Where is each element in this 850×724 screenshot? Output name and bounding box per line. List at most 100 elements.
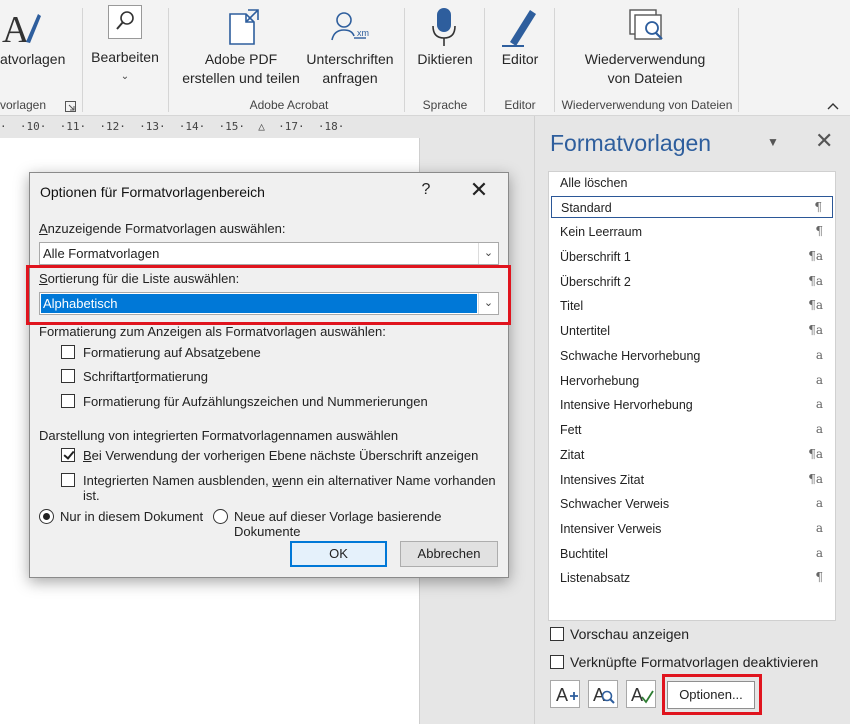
pane-close-icon[interactable]: ✕: [815, 128, 833, 154]
character-style-icon: a: [815, 422, 823, 436]
list-item[interactable]: Überschrift 1 ¶a: [551, 246, 833, 268]
chevron-down-icon: ⌄: [120, 71, 130, 82]
preview-label: Vorschau anzeigen: [570, 626, 690, 642]
character-style-icon: a: [815, 546, 823, 560]
ok-button[interactable]: OK: [290, 541, 387, 567]
styles-group-label: vorlagen: [0, 98, 47, 112]
paragraph-mark-icon: ¶: [815, 570, 823, 584]
list-item[interactable]: Fett a: [551, 419, 833, 441]
preview-checkbox[interactable]: [550, 627, 564, 641]
list-item[interactable]: Intensive Hervorhebung a: [551, 394, 833, 416]
list-item[interactable]: Hervorhebung a: [551, 370, 833, 392]
disable-linked-label: Verknüpfte Formatvorlagen deaktivieren: [570, 654, 819, 670]
styles-list[interactable]: Alle löschen Standard ¶ Kein Leerraum ¶ Üb…: [548, 171, 836, 621]
adobe-pdf-button[interactable]: Adobe PDF erstellen und teilen: [178, 50, 304, 88]
list-item[interactable]: Untertitel ¶a: [551, 320, 833, 342]
cancel-button[interactable]: Abbrechen: [400, 541, 498, 567]
styles-icon: A: [2, 8, 42, 53]
style-inspector-icon: A: [593, 685, 615, 705]
adobe-pdf-label-2: erstellen und teilen: [182, 70, 300, 86]
reuse-files-button[interactable]: Wiederverwendung von Dateien: [570, 50, 720, 88]
disable-linked-checkbox[interactable]: [550, 655, 564, 669]
list-item[interactable]: Listenabsatz ¶: [551, 567, 833, 589]
linked-style-icon: ¶a: [808, 472, 823, 486]
dialog-launcher-icon[interactable]: [65, 99, 76, 117]
microphone-icon: [430, 6, 458, 53]
reuse-files-icon: [628, 8, 668, 51]
dialog-close-icon[interactable]: ✕: [468, 179, 490, 201]
show-styles-label: Anzuzeigende Formatvorlagen auswählen:: [39, 221, 286, 236]
character-style-icon: a: [815, 373, 823, 387]
horizontal-ruler[interactable]: · ·10· ·11· ·12· ·13· ·14· ·15· △ ·17· ·…: [0, 116, 420, 138]
new-documents-label: Neue auf dieser Vorlage basierende Dokum…: [234, 509, 442, 539]
character-style-icon: a: [815, 521, 823, 535]
list-item[interactable]: Intensives Zitat ¶a: [551, 469, 833, 491]
chevron-down-icon[interactable]: ⌄: [478, 243, 498, 264]
bullet-format-checkbox[interactable]: [61, 394, 75, 408]
list-item[interactable]: Alle löschen: [551, 172, 833, 194]
editor-button-label: Editor: [501, 51, 539, 67]
editor-button[interactable]: Editor: [488, 50, 552, 69]
svg-text:A: A: [556, 685, 568, 705]
list-item[interactable]: Standard ¶: [551, 196, 833, 218]
request-signatures-button[interactable]: Unterschriften anfragen: [300, 50, 400, 88]
show-styles-combo[interactable]: Alle Formatvorlagen ⌄: [39, 242, 499, 265]
list-item[interactable]: Intensiver Verweis a: [551, 518, 833, 540]
pdf-export-icon: [226, 8, 262, 51]
ribbon-separator: [82, 8, 83, 112]
ribbon-separator: [404, 8, 405, 112]
collapse-ribbon-icon[interactable]: [826, 98, 840, 116]
list-item[interactable]: Titel ¶a: [551, 295, 833, 317]
bullet-format-label: Formatierung für Aufzählungszeichen und …: [83, 394, 428, 409]
request-signatures-label-1: Unterschriften: [306, 51, 394, 67]
list-item[interactable]: Überschrift 2 ¶a: [551, 271, 833, 293]
signature-icon: xm: [330, 8, 370, 51]
edit-button-label: Bearbeiten: [91, 49, 159, 65]
new-style-icon: A: [556, 685, 578, 705]
speech-group-label: Sprache: [422, 98, 468, 112]
ribbon-separator: [738, 8, 739, 112]
next-heading-checkbox[interactable]: [61, 448, 75, 462]
new-style-button[interactable]: A: [550, 680, 580, 708]
paragraph-mark-icon: ¶: [815, 224, 823, 238]
list-item[interactable]: Kein Leerraum ¶: [551, 221, 833, 243]
manage-styles-button[interactable]: A: [626, 680, 656, 708]
linked-style-icon: ¶a: [808, 447, 823, 461]
editor-pen-icon: [500, 6, 540, 53]
paragraph-format-label: Formatierung auf Absatzebene: [83, 345, 261, 360]
linked-style-icon: ¶a: [808, 323, 823, 337]
ribbon: A atvorlagen vorlagen Bearbeiten ⌄ Adobe…: [0, 0, 850, 116]
reuse-files-label-1: Wiederverwendung: [584, 51, 706, 67]
style-inspector-button[interactable]: A: [588, 680, 618, 708]
list-item[interactable]: Buchtitel a: [551, 543, 833, 565]
style-pane-options-dialog: Optionen für Formatvorlagenbereich ? ✕ A…: [26, 172, 511, 578]
paragraph-format-checkbox[interactable]: [61, 345, 75, 359]
format-label: Formatierung zum Anzeigen als Formatvorl…: [39, 324, 386, 339]
list-item[interactable]: Schwache Hervorhebung a: [551, 345, 833, 367]
help-button[interactable]: ?: [418, 181, 434, 199]
font-format-checkbox[interactable]: [61, 369, 75, 383]
adobe-pdf-label-1: Adobe PDF: [204, 51, 278, 67]
character-style-icon: a: [815, 348, 823, 362]
linked-style-icon: ¶a: [808, 298, 823, 312]
svg-text:A: A: [631, 685, 643, 705]
paragraph-mark-icon: ¶: [814, 200, 822, 214]
search-icon: [108, 5, 142, 44]
dictate-button-label: Diktieren: [417, 51, 473, 67]
options-highlight-box: [662, 674, 762, 715]
list-item[interactable]: Schwacher Verweis a: [551, 493, 833, 515]
hide-builtin-checkbox[interactable]: [61, 473, 75, 487]
reuse-group-label: Wiederverwendung von Dateien: [561, 98, 733, 112]
this-document-radio[interactable]: [39, 509, 54, 524]
acrobat-group-label: Adobe Acrobat: [249, 98, 329, 112]
edit-button[interactable]: Bearbeiten ⌄: [85, 48, 165, 86]
ribbon-separator: [554, 8, 555, 112]
new-documents-radio[interactable]: [213, 509, 228, 524]
svg-text:A: A: [2, 9, 30, 48]
styles-button[interactable]: atvorlagen: [0, 50, 80, 69]
pane-menu-icon[interactable]: ▼: [767, 135, 779, 149]
list-item[interactable]: Zitat ¶a: [551, 444, 833, 466]
dictate-button[interactable]: Diktieren: [410, 50, 480, 69]
sort-value: Alphabetisch: [43, 296, 118, 311]
linked-style-icon: ¶a: [808, 274, 823, 288]
